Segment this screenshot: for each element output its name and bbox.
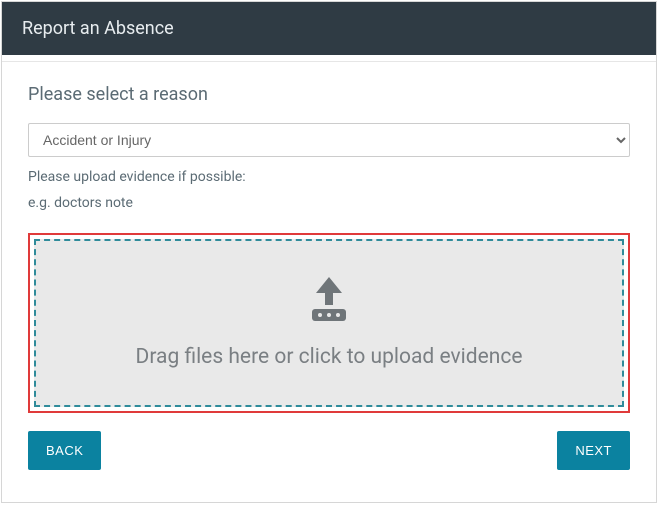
upload-example: e.g. doctors note [28,195,630,211]
back-button[interactable]: BACK [28,431,101,470]
reason-select[interactable]: Accident or Injury [28,123,630,157]
upload-zone-text: Drag files here or click to upload evide… [136,345,523,369]
modal-title: Report an Absence [22,18,174,39]
upload-hint: Please upload evidence if possible: [28,169,630,185]
modal-header: Report an Absence [2,2,656,55]
modal-body: Please select a reason Accident or Injur… [2,61,656,502]
next-button[interactable]: NEXT [557,431,630,470]
section-title: Please select a reason [28,84,630,105]
upload-icon [302,277,356,327]
modal-footer: BACK NEXT [28,431,630,472]
report-absence-modal: Report an Absence Please select a reason… [1,1,657,503]
upload-dropzone[interactable]: Drag files here or click to upload evide… [34,239,624,407]
reason-select-wrap: Accident or Injury [28,123,630,157]
upload-highlight: Drag files here or click to upload evide… [28,233,630,413]
